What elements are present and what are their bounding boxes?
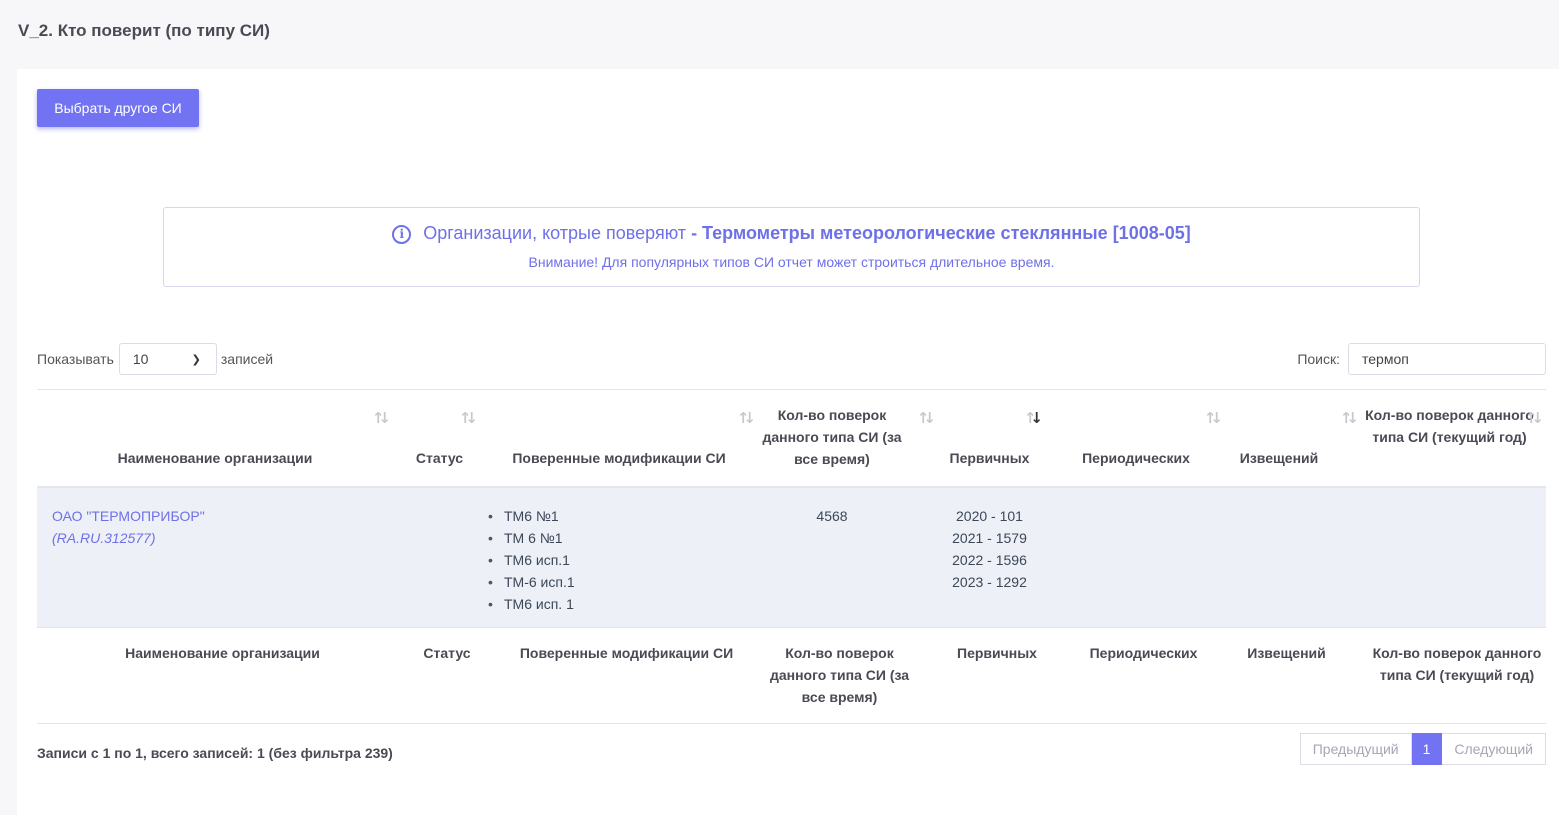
cell-modifications: ТМ6 №1 ТМ 6 №1 ТМ6 исп.1 ТМ-6 исп.1 ТМ6 … xyxy=(486,486,752,628)
th-status[interactable]: Статус ↑↓ xyxy=(393,389,486,488)
primary-year: 2022 - 1596 xyxy=(952,551,1027,568)
next-page-button[interactable]: Следующий xyxy=(1442,733,1546,765)
th-modifications[interactable]: Поверенные модификации СИ ↑↓ xyxy=(486,389,756,488)
prev-page-button[interactable]: Предыдущий xyxy=(1299,733,1412,765)
page-1-button[interactable]: 1 xyxy=(1411,733,1443,765)
table-row: ОАО "ТЕРМОПРИБОР" (RA.RU.312577) ТМ6 №1 … xyxy=(37,486,1546,628)
tf-current-year: Кол-во поверок данного типа СИ (текущий … xyxy=(1353,627,1546,724)
search-input[interactable] xyxy=(1348,343,1546,375)
info-alert: i Организации, котрые поверяют - Термомет… xyxy=(163,207,1420,287)
list-item: ТМ6 исп. 1 xyxy=(486,593,752,615)
tf-total: Кол-во поверок данного типа СИ (за все в… xyxy=(752,627,912,724)
choose-other-si-button[interactable]: Выбрать другое СИ xyxy=(37,89,199,127)
cell-total: 4568 xyxy=(752,486,912,628)
th-periodic[interactable]: Периодических ↑↓ xyxy=(1067,389,1223,488)
primary-year: 2021 - 1579 xyxy=(952,529,1027,546)
th-total[interactable]: Кол-во поверок данного типа СИ (за все в… xyxy=(752,389,936,488)
length-label-after: записей xyxy=(220,351,274,367)
sort-icon: ↑↓ xyxy=(458,409,478,427)
list-item: ТМ6 исп.1 xyxy=(486,549,752,571)
org-name-link[interactable]: ОАО "ТЕРМОПРИБОР" xyxy=(37,505,393,527)
table-info: Записи с 1 по 1, всего записей: 1 (без ф… xyxy=(37,745,393,761)
alert-prefix: Организации, котрые поверяют xyxy=(423,223,687,243)
list-item: ТМ 6 №1 xyxy=(486,527,752,549)
list-item: ТМ6 №1 xyxy=(486,505,752,527)
tf-org-name: Наименование организации xyxy=(37,627,393,724)
page-length-select[interactable]: 10 ❯ xyxy=(118,343,217,375)
chevron-down-icon: ❯ xyxy=(191,352,201,366)
tf-primary: Первичных xyxy=(912,627,1067,724)
search-label: Поиск: xyxy=(1297,351,1340,367)
cell-org: ОАО "ТЕРМОПРИБОР" (RA.RU.312577) xyxy=(37,486,393,628)
length-control: Показывать 10 ❯ записей xyxy=(37,343,273,375)
th-notices[interactable]: Извещений ↑↓ xyxy=(1205,389,1359,488)
cell-primary: 2020 - 101 2021 - 1579 2022 - 1596 2023 … xyxy=(912,486,1067,628)
sort-desc-icon: ↑↓ xyxy=(1023,409,1043,427)
th-current-year[interactable]: Кол-во поверок данного типа СИ (текущий … xyxy=(1353,389,1546,488)
th-primary[interactable]: Первичных ↑↓ xyxy=(912,389,1067,488)
cell-periodic xyxy=(1067,486,1205,628)
tf-modifications: Поверенные модификации СИ xyxy=(486,627,752,724)
th-org-name[interactable]: Наименование организации ↑↓ xyxy=(37,389,393,488)
pagination: Предыдущий 1 Следующий xyxy=(1299,733,1546,765)
sort-icon: ↑↓ xyxy=(371,409,391,427)
sort-icon: ↑↓ xyxy=(736,409,756,427)
cell-current-year xyxy=(1353,486,1546,628)
alert-note: Внимание! Для популярных типов СИ отчет … xyxy=(528,254,1055,270)
length-label-before: Показывать xyxy=(37,351,114,367)
alert-highlight: - Термометры метеорологические стеклянны… xyxy=(691,223,1191,243)
cell-status xyxy=(393,486,486,628)
tf-status: Статус xyxy=(393,627,486,724)
search-control: Поиск: xyxy=(1297,343,1546,375)
tf-periodic: Периодических xyxy=(1067,627,1205,724)
alert-title: i Организации, котрые поверяют - Термомет… xyxy=(164,223,1419,244)
page-length-value: 10 xyxy=(132,351,149,367)
info-icon: i xyxy=(392,225,412,244)
cell-notices xyxy=(1205,486,1353,628)
primary-year: 2020 - 101 xyxy=(956,507,1023,524)
org-code: (RA.RU.312577) xyxy=(52,529,156,546)
tf-notices: Извещений xyxy=(1205,627,1353,724)
content-card: Выбрать другое СИ i Организации, котрые п… xyxy=(17,69,1559,815)
list-item: ТМ-6 исп.1 xyxy=(486,571,752,593)
organizations-table: Наименование организации ↑↓ Статус ↑↓ Пове… xyxy=(37,389,1546,724)
page-title: V_2. Кто поверит (по типу СИ) xyxy=(18,21,270,40)
sort-icon: ↑↓ xyxy=(1339,409,1359,427)
sort-icon: ↑↓ xyxy=(1524,409,1544,427)
primary-year: 2023 - 1292 xyxy=(952,573,1027,590)
